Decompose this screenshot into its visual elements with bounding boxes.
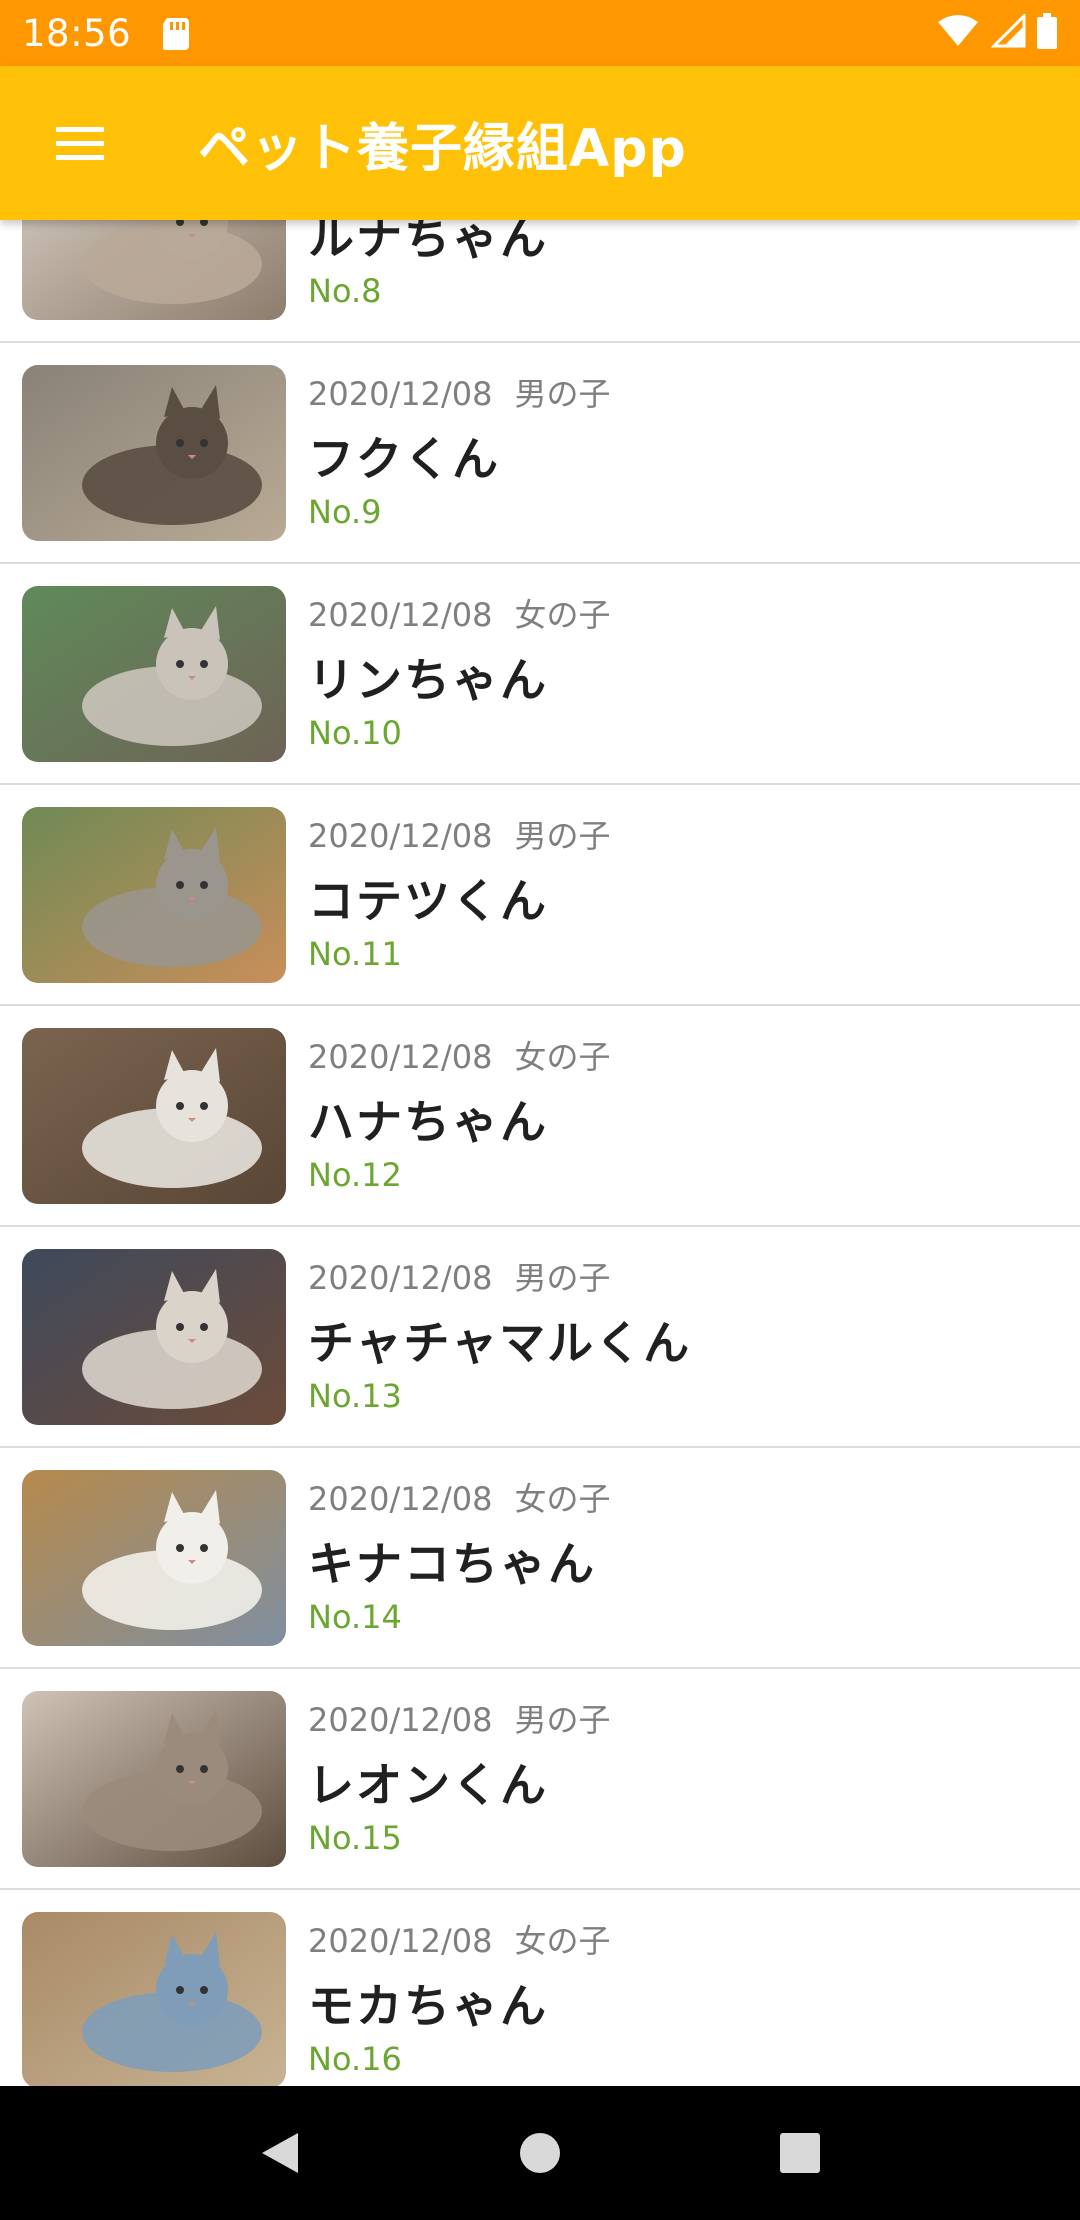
pet-photo bbox=[22, 1470, 286, 1646]
pet-gender: 女の子 bbox=[514, 1480, 611, 1518]
pet-photo bbox=[22, 220, 286, 320]
pet-date: 2020/12/08 bbox=[308, 817, 493, 855]
pet-meta: 2020/12/08 女の子 bbox=[308, 1032, 610, 1078]
app-screen: 18:56 ペット養子縁組App ルナちゃん No.8 2020/12/08 男… bbox=[0, 0, 1080, 2220]
pet-meta: 2020/12/08 男の子 bbox=[308, 1695, 610, 1741]
pet-gender: 男の子 bbox=[514, 817, 611, 855]
recents-icon bbox=[780, 2133, 820, 2173]
pet-date: 2020/12/08 bbox=[308, 1259, 493, 1297]
pet-list[interactable]: 2020/12/08 女の子 ルナちゃん No.8 bbox=[0, 220, 1080, 2086]
pet-number: No.9 bbox=[308, 493, 382, 531]
pet-number: No.16 bbox=[308, 2040, 402, 2078]
pet-number: No.14 bbox=[308, 1598, 402, 1636]
pet-list-item[interactable]: 2020/12/08 女の子 リンちゃん No.10 bbox=[0, 564, 1080, 785]
recents-button[interactable] bbox=[760, 2113, 840, 2193]
pet-list-item[interactable]: 2020/12/08 女の子 モカちゃん No.16 bbox=[0, 1890, 1080, 2086]
pet-list-item[interactable]: 2020/12/08 男の子 フクくん No.9 bbox=[0, 343, 1080, 564]
pet-photo bbox=[22, 1912, 286, 2086]
pet-gender: 女の子 bbox=[514, 1038, 611, 1076]
status-icons bbox=[936, 12, 1058, 53]
pet-meta: 2020/12/08 女の子 bbox=[308, 590, 610, 636]
pet-number: No.12 bbox=[308, 1156, 402, 1194]
pet-name: ハナちゃん bbox=[308, 1095, 548, 1149]
pet-name: ルナちゃん bbox=[308, 220, 548, 265]
battery-icon bbox=[1036, 13, 1058, 53]
pet-list-item[interactable]: 2020/12/08女の子 ルナちゃん No.8 bbox=[0, 220, 1080, 343]
pet-meta: 2020/12/08 男の子 bbox=[308, 369, 610, 415]
pet-list-content: 2020/12/08 女の子 ルナちゃん No.8 bbox=[0, 220, 1080, 2086]
pet-meta: 2020/12/08 女の子 bbox=[308, 1916, 610, 1962]
home-button[interactable] bbox=[500, 2113, 580, 2193]
menu-icon bbox=[56, 127, 104, 160]
back-button[interactable] bbox=[240, 2113, 320, 2193]
pet-date: 2020/12/08 bbox=[308, 1038, 493, 1076]
pet-meta: 2020/12/08 男の子 bbox=[308, 1253, 610, 1299]
pet-date: 2020/12/08 bbox=[308, 1480, 493, 1518]
pet-name: キナコちゃん bbox=[308, 1537, 596, 1591]
pet-name: チャチャマルくん bbox=[308, 1316, 692, 1370]
pet-photo bbox=[22, 1249, 286, 1425]
status-time: 18:56 bbox=[22, 11, 132, 55]
pet-photo bbox=[22, 807, 286, 983]
navigation-bar bbox=[0, 2086, 1080, 2220]
pet-date: 2020/12/08 bbox=[308, 375, 493, 413]
pet-number: No.10 bbox=[308, 714, 402, 752]
pet-photo bbox=[22, 1028, 286, 1204]
app-bar: ペット養子縁組App bbox=[0, 66, 1080, 220]
pet-number: No.8 bbox=[308, 272, 382, 310]
pet-number: No.11 bbox=[308, 935, 402, 973]
pet-list-item[interactable]: 2020/12/08 女の子 キナコちゃん No.14 bbox=[0, 1448, 1080, 1669]
pet-number: No.13 bbox=[308, 1377, 402, 1415]
wifi-icon bbox=[936, 14, 980, 52]
pet-list-item[interactable]: 2020/12/08 男の子 レオンくん No.15 bbox=[0, 1669, 1080, 1890]
pet-date: 2020/12/08 bbox=[308, 1922, 493, 1960]
pet-name: コテツくん bbox=[308, 874, 548, 928]
pet-photo bbox=[22, 1691, 286, 1867]
pet-name: リンちゃん bbox=[308, 653, 548, 707]
pet-gender: 女の子 bbox=[514, 596, 611, 634]
pet-name: フクくん bbox=[308, 432, 500, 486]
pet-list-item[interactable]: 2020/12/08 女の子 ハナちゃん No.12 bbox=[0, 1006, 1080, 1227]
pet-photo bbox=[22, 365, 286, 541]
signal-icon bbox=[990, 12, 1026, 52]
pet-gender: 男の子 bbox=[514, 1259, 611, 1297]
pet-date: 2020/12/08 bbox=[308, 596, 493, 634]
menu-button[interactable] bbox=[0, 66, 160, 220]
pet-gender: 男の子 bbox=[514, 375, 611, 413]
pet-gender: 女の子 bbox=[514, 1922, 611, 1960]
pet-number: No.15 bbox=[308, 1819, 402, 1857]
pet-meta: 2020/12/08 女の子 bbox=[308, 1474, 610, 1520]
sd-card-icon bbox=[161, 16, 191, 50]
pet-meta: 2020/12/08 男の子 bbox=[308, 811, 610, 857]
pet-photo bbox=[22, 586, 286, 762]
back-icon bbox=[262, 2133, 298, 2173]
pet-list-item[interactable]: 2020/12/08 男の子 チャチャマルくん No.13 bbox=[0, 1227, 1080, 1448]
home-icon bbox=[520, 2133, 560, 2173]
pet-gender: 男の子 bbox=[514, 1701, 611, 1739]
status-bar: 18:56 bbox=[0, 0, 1080, 66]
pet-name: レオンくん bbox=[308, 1758, 548, 1812]
pet-name: モカちゃん bbox=[308, 1979, 548, 2033]
pet-list-item[interactable]: 2020/12/08 男の子 コテツくん No.11 bbox=[0, 785, 1080, 1006]
app-title: ペット養子縁組App bbox=[198, 118, 687, 179]
pet-date: 2020/12/08 bbox=[308, 1701, 493, 1739]
